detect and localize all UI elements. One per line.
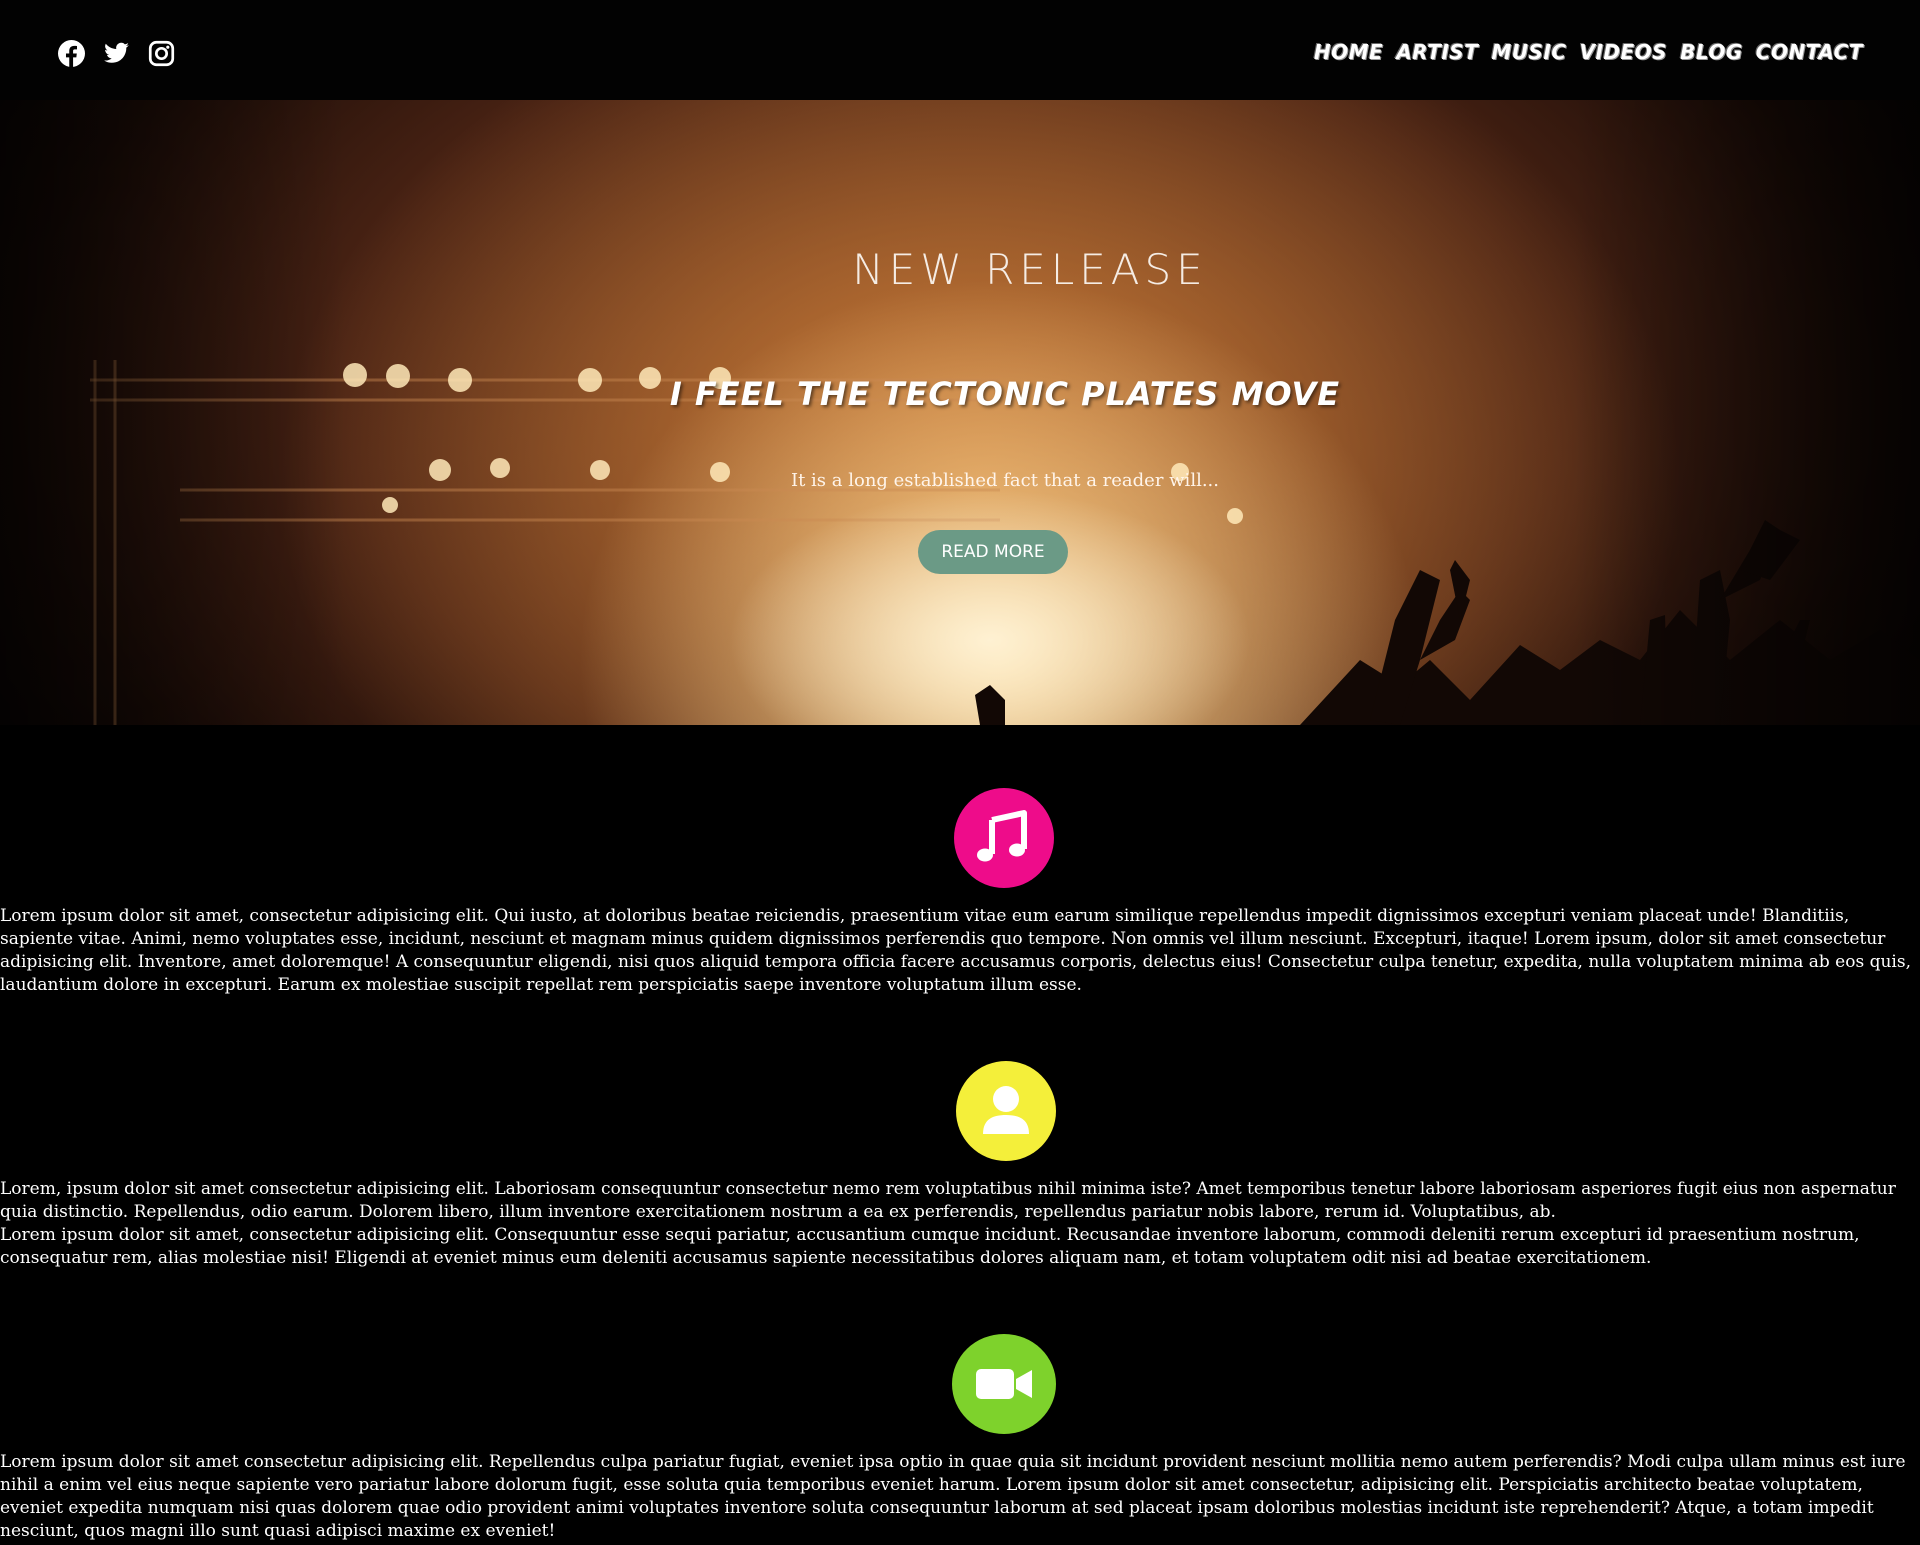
feature-paragraph: Lorem ipsum dolor sit amet consectetur a… [0, 1452, 1906, 1541]
feature-artist-text: Lorem, ipsum dolor sit amet consectetur … [0, 1178, 1920, 1270]
nav-music[interactable]: MUSIC [1491, 40, 1566, 64]
social-links [58, 40, 175, 67]
feature-videos: Lorem ipsum dolor sit amet consectetur a… [0, 1331, 1920, 1545]
hero-content: NEW RELEASE I FEEL THE TECTONIC PLATES M… [0, 100, 1920, 725]
hero-title: I FEEL THE TECTONIC PLATES MOVE [669, 375, 1341, 413]
feature-paragraph: Lorem, ipsum dolor sit amet consectetur … [0, 1179, 1896, 1222]
music-note-icon [954, 788, 1054, 888]
hero-excerpt: It is a long established fact that a rea… [790, 470, 1219, 491]
feature-music: Lorem ipsum dolor sit amet, consectetur … [0, 785, 1920, 1005]
nav-contact[interactable]: CONTACT [1756, 40, 1863, 64]
main-nav: HOME ARTIST MUSIC VIDEOS BLOG CONTACT [1314, 40, 1863, 64]
feature-music-text: Lorem ipsum dolor sit amet, consectetur … [0, 905, 1920, 997]
nav-videos[interactable]: VIDEOS [1580, 40, 1668, 64]
video-camera-icon [952, 1334, 1056, 1434]
hero-banner: NEW RELEASE I FEEL THE TECTONIC PLATES M… [0, 100, 1920, 725]
top-bar: HOME ARTIST MUSIC VIDEOS BLOG CONTACT [0, 0, 1920, 100]
nav-blog[interactable]: BLOG [1680, 40, 1743, 64]
feature-artist: Lorem, ipsum dolor sit amet consectetur … [0, 1058, 1920, 1278]
feature-paragraph: Lorem ipsum dolor sit amet, consectetur … [0, 1225, 1860, 1268]
twitter-icon[interactable] [103, 40, 130, 67]
music-icon-circle [954, 788, 1054, 888]
feature-paragraph: Lorem ipsum dolor sit amet, consectetur … [0, 906, 1911, 995]
user-icon [956, 1061, 1056, 1161]
facebook-icon[interactable] [58, 40, 85, 67]
read-more-button[interactable]: READ MORE [918, 530, 1068, 574]
instagram-icon[interactable] [148, 40, 175, 67]
hero-kicker: NEW RELEASE [852, 245, 1208, 294]
nav-artist[interactable]: ARTIST [1396, 40, 1478, 64]
nav-home[interactable]: HOME [1314, 40, 1383, 64]
feature-videos-text: Lorem ipsum dolor sit amet consectetur a… [0, 1451, 1920, 1543]
